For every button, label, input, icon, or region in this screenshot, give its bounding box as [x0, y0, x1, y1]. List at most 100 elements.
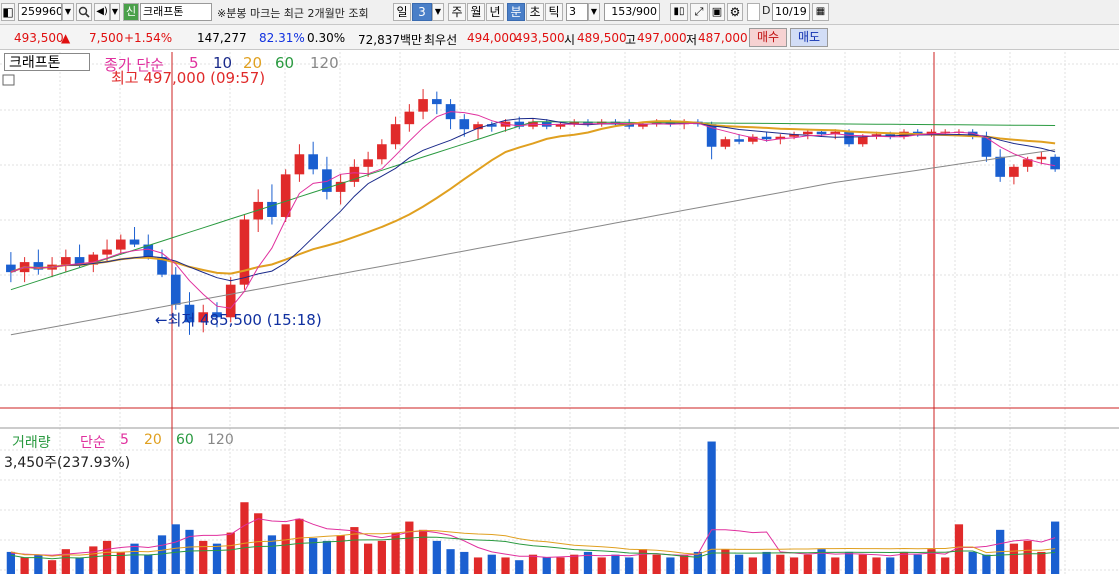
volume-bar: [844, 551, 854, 574]
turnover-rate: 0.30%: [307, 31, 346, 45]
volume-ma-label: 단순: [80, 435, 106, 451]
low-marker-arrow-icon: ←: [155, 311, 168, 329]
candle-body: [239, 219, 250, 285]
price-change: 7,500: [89, 31, 124, 45]
candle-type-icon[interactable]: ▮▯: [670, 3, 688, 21]
volume-ma-5: 5: [120, 432, 129, 448]
quote-bar: 493,500 ▲ 7,500 +1.54% 147,277 82.31% 0.…: [0, 25, 1119, 50]
draw-tool-icon[interactable]: ⤢: [690, 3, 708, 21]
volume-bar: [899, 551, 909, 574]
high-label: 고: [625, 33, 637, 47]
ma-120-line: [10, 149, 1056, 336]
panel-toggle-icon[interactable]: ◧: [1, 3, 15, 21]
calendar-icon[interactable]: ▦: [812, 3, 829, 21]
sound-icon[interactable]: ◀): [94, 3, 110, 21]
interval-dropdown-icon[interactable]: ▼: [588, 3, 600, 21]
candle-body: [390, 124, 401, 145]
volume-bar: [254, 513, 263, 574]
sound-dropdown-icon[interactable]: ▼: [110, 3, 120, 21]
low-price: 487,000: [698, 31, 748, 45]
open-price: 489,500: [577, 31, 627, 45]
high-marker-label: 최고 497,000 (09:57): [111, 69, 266, 87]
high-price: 497,000: [637, 31, 687, 45]
volume-bar: [157, 535, 167, 574]
ma-20-line: [10, 120, 1056, 275]
volume-bar: [693, 551, 703, 574]
candle-body: [432, 99, 442, 105]
low-label: 저: [686, 33, 698, 47]
volume-bar: [102, 540, 112, 574]
candle-body: [170, 274, 181, 305]
volume-bar: [913, 554, 922, 574]
volume-bar: [47, 560, 57, 574]
trade-volume: 147,277: [197, 31, 247, 45]
interval-input[interactable]: 3: [566, 3, 588, 21]
tab-second[interactable]: 초: [526, 3, 544, 21]
change-percent: +1.54%: [124, 31, 173, 45]
period-dropdown-icon[interactable]: ▼: [432, 3, 444, 21]
volume-bar: [432, 540, 441, 574]
credit-badge: 신: [123, 3, 139, 21]
date-input[interactable]: 10/19: [772, 3, 810, 21]
volume-bar: [666, 557, 675, 574]
count-field[interactable]: 153/900: [604, 3, 660, 21]
volume-bar: [212, 543, 222, 574]
stock-code-input[interactable]: 259960: [18, 3, 62, 21]
date-checkbox[interactable]: [747, 3, 760, 21]
buy-button[interactable]: 매수: [749, 28, 787, 47]
volume-bar: [295, 518, 304, 574]
candle-body: [61, 257, 71, 265]
best-label: 최우선: [424, 33, 458, 47]
volume-bar: [446, 549, 455, 574]
candle-body: [418, 99, 428, 112]
search-icon[interactable]: [76, 3, 92, 21]
tab-week[interactable]: 주: [448, 3, 466, 21]
volume-bar: [803, 554, 812, 574]
tab-minute[interactable]: 분: [507, 3, 525, 21]
candle-body: [761, 136, 772, 140]
top-toolbar: ◧ 259960 ▼ ◀) ▼ 신 크래프톤 ※분봉 마크는 최근 2개월만 조…: [0, 0, 1119, 25]
volume-bar: [597, 557, 606, 574]
candle-body: [802, 131, 813, 135]
volume-bar: [1051, 521, 1060, 574]
volume-bar: [61, 549, 70, 574]
volume-bar: [363, 543, 373, 574]
volume-bar: [501, 557, 510, 574]
settings-gear-icon[interactable]: ⚙: [727, 3, 743, 21]
candle-body: [1036, 156, 1047, 160]
candle-body: [844, 131, 854, 145]
candle-body: [115, 239, 126, 250]
stock-name-field: 크래프톤: [140, 3, 212, 21]
candle-body: [404, 111, 415, 125]
volume-bar: [199, 540, 208, 574]
volume-bar: [652, 554, 661, 574]
volume-readout: 3,450주(237.93%): [4, 455, 131, 471]
volume-bar: [542, 557, 551, 574]
save-icon[interactable]: ▣: [709, 3, 725, 21]
tab-month[interactable]: 월: [467, 3, 485, 21]
volume-bar: [281, 524, 290, 574]
volume-bar: [418, 529, 428, 574]
tab-day[interactable]: 일: [393, 3, 411, 21]
price-panel-title[interactable]: 크래프톤: [4, 53, 90, 71]
tab-tick[interactable]: 틱: [545, 3, 563, 21]
volume-bar: [1037, 551, 1046, 574]
volume-bar: [831, 557, 840, 574]
volume-panel-title[interactable]: 거래량: [12, 432, 51, 452]
period-value[interactable]: 3: [412, 3, 432, 21]
code-dropdown-icon[interactable]: ▼: [62, 3, 74, 21]
volume-ma-120: 120: [207, 432, 234, 448]
candle-body: [280, 174, 291, 217]
current-price: 493,500: [14, 31, 64, 45]
tab-year[interactable]: 년: [486, 3, 504, 21]
volume-bar: [556, 557, 565, 574]
volume-bar: [1023, 540, 1032, 574]
candle-body: [308, 154, 318, 170]
candle-body: [294, 154, 305, 175]
date-prefix: D: [762, 4, 771, 17]
candle-body: [102, 249, 112, 255]
candle-body: [129, 239, 140, 245]
volume-bar: [322, 540, 332, 574]
sell-button[interactable]: 매도: [790, 28, 828, 47]
ma-5-line: [10, 111, 1056, 309]
